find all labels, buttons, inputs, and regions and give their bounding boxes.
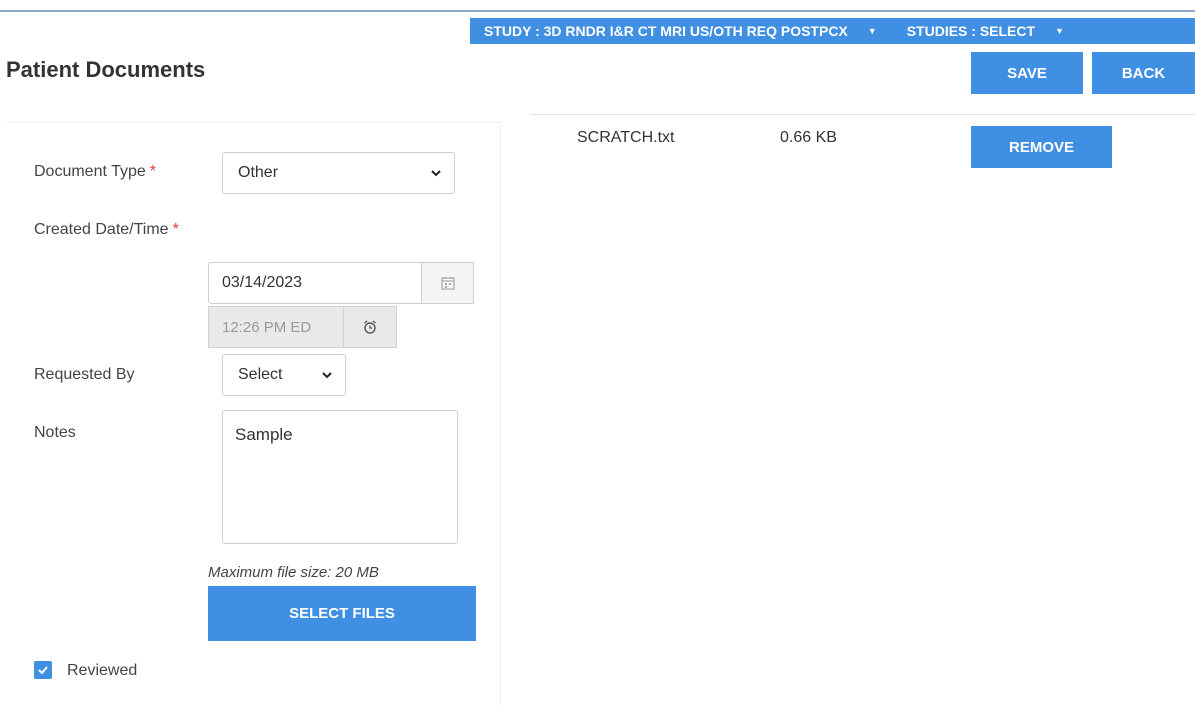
form-panel-top-border (6, 122, 500, 123)
studies-dropdown[interactable]: STUDIES : SELECT ▼ (893, 18, 1064, 44)
checkmark-icon (38, 666, 48, 675)
date-picker-button[interactable] (421, 262, 474, 304)
study-bar: STUDY : 3D RNDR I&R CT MRI US/OTH REQ PO… (470, 18, 1195, 44)
reviewed-checkbox[interactable] (34, 661, 52, 679)
created-datetime-label: Created Date/Time * (34, 221, 179, 239)
created-date-input[interactable]: 03/14/2023 (208, 262, 422, 304)
requested-by-select[interactable]: Select (222, 354, 346, 396)
form-panel-right-border (500, 122, 501, 705)
created-date-value: 03/14/2023 (222, 274, 303, 291)
required-marker: * (172, 221, 179, 238)
calendar-icon (441, 277, 454, 290)
max-file-size-hint: Maximum file size: 20 MB (208, 564, 379, 581)
back-button[interactable]: BACK (1092, 52, 1195, 94)
document-type-label: Document Type * (34, 163, 156, 181)
alarm-clock-icon (364, 320, 376, 334)
save-button[interactable]: SAVE (971, 52, 1083, 94)
top-rule (0, 10, 1195, 12)
reviewed-label: Reviewed (67, 662, 138, 679)
page-title: Patient Documents (6, 57, 206, 82)
created-time-input: 12:26 PM ED (208, 306, 344, 348)
created-time-value: 12:26 PM ED (222, 318, 312, 336)
time-picker-button[interactable] (343, 306, 397, 348)
study-label: STUDY : 3D RNDR I&R CT MRI US/OTH REQ PO… (484, 23, 848, 39)
document-type-value: Other (238, 164, 279, 181)
notes-label: Notes (34, 424, 76, 441)
created-datetime-label-text: Created Date/Time (34, 221, 169, 238)
requested-by-label: Requested By (34, 366, 135, 383)
requested-by-value: Select (238, 366, 283, 383)
study-dropdown[interactable]: STUDY : 3D RNDR I&R CT MRI US/OTH REQ PO… (470, 18, 877, 44)
studies-label: STUDIES : SELECT (906, 23, 1036, 39)
chevron-down-icon (322, 372, 332, 379)
remove-file-button[interactable]: REMOVE (971, 126, 1112, 168)
file-list-divider (530, 114, 1195, 115)
caret-down-icon: ▼ (867, 26, 877, 36)
document-type-label-text: Document Type (34, 163, 146, 180)
file-size: 0.66 KB (780, 129, 837, 146)
caret-down-icon: ▼ (1055, 26, 1064, 36)
document-type-select[interactable]: Other (222, 152, 455, 194)
chevron-down-icon (431, 170, 441, 177)
notes-textarea[interactable]: Sample (222, 410, 458, 544)
file-name: SCRATCH.txt (577, 129, 675, 146)
required-marker: * (149, 163, 156, 180)
select-files-button[interactable]: SELECT FILES (208, 586, 476, 641)
